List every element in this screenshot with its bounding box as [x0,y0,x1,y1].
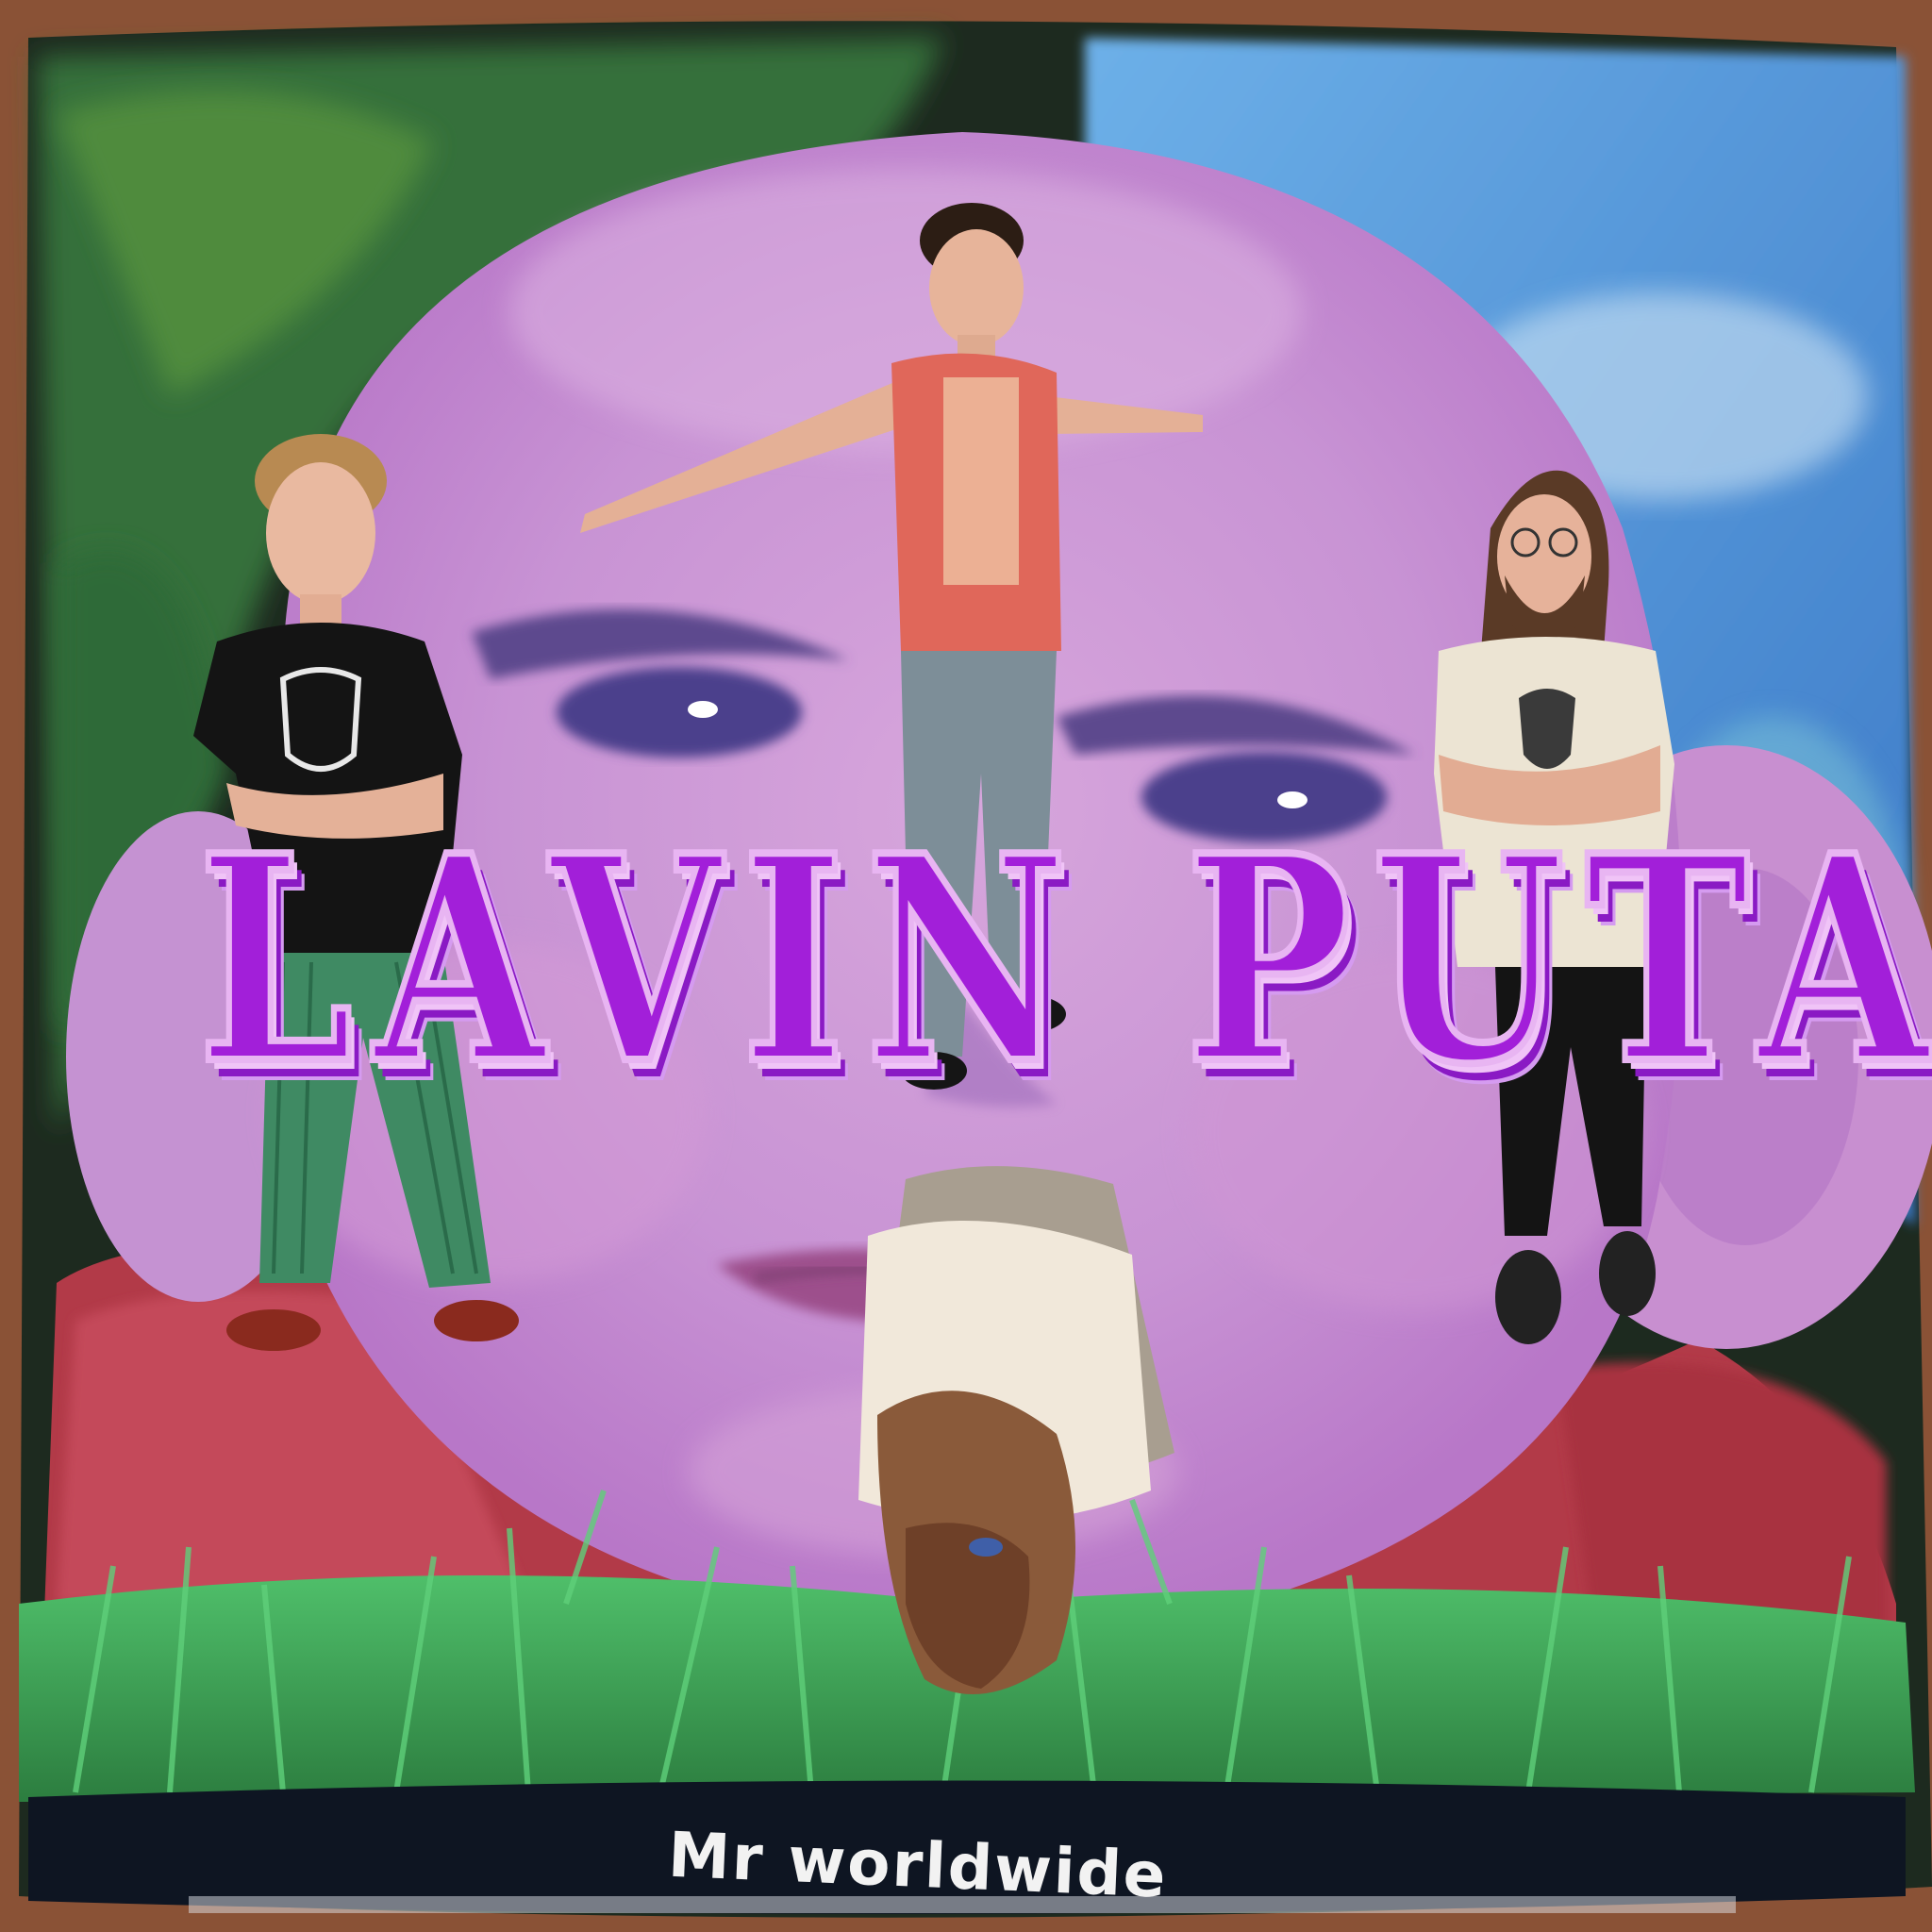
band-title: LAVIN PUTA [195,793,1932,1126]
album-cover: LAVIN PUTA Mr worldwide [0,0,1932,1932]
